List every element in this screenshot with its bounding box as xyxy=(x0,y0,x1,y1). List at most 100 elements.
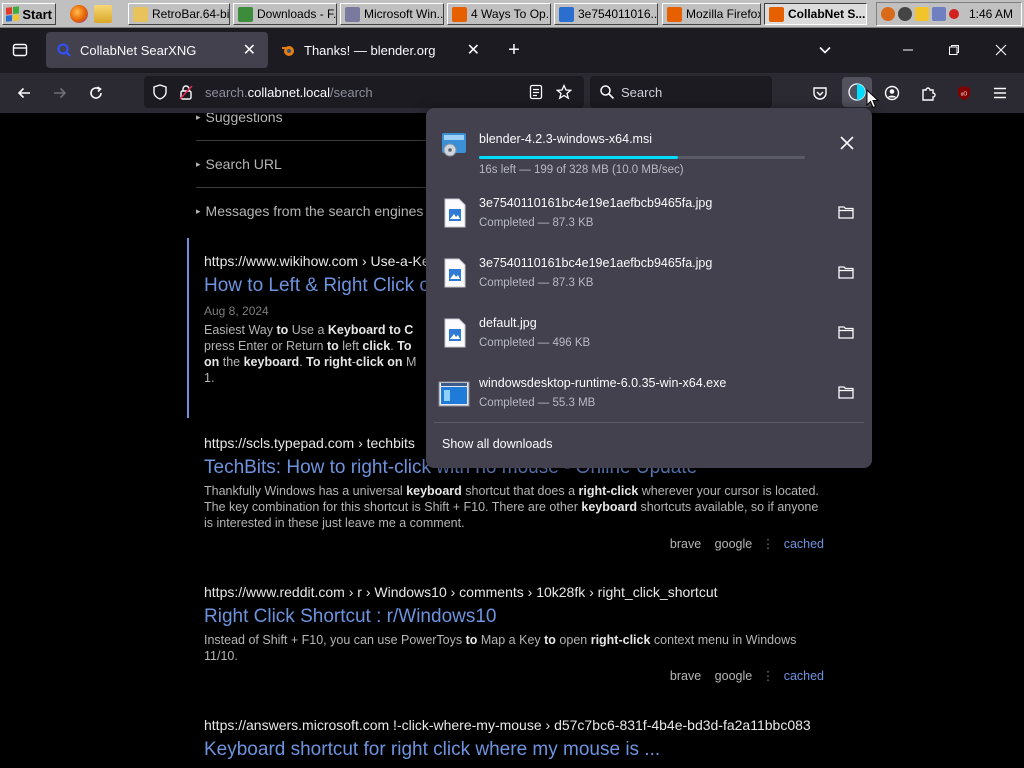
reader-view-icon[interactable] xyxy=(524,80,548,104)
folder-quicklaunch-icon[interactable] xyxy=(94,5,112,23)
tab-blender[interactable]: Thanks! — blender.org ✕ xyxy=(270,32,492,68)
engine-messages-toggle[interactable]: Messages from the search engines xyxy=(196,203,424,219)
taskbar-button[interactable]: CollabNet S... xyxy=(764,3,867,25)
cancel-download-icon[interactable] xyxy=(840,136,854,155)
result-title-link[interactable]: Right Click Shortcut : r/Windows10 xyxy=(204,606,824,628)
download-status: Completed — 496 KB xyxy=(479,337,591,349)
search-icon xyxy=(595,80,619,104)
cached-link[interactable]: cached xyxy=(784,669,824,683)
mouse-cursor-icon xyxy=(866,89,879,109)
download-item[interactable]: 3e7540110161bc4e19e1aefbcb9465fa.jpg Comp… xyxy=(426,184,872,244)
downloads-panel: blender-4.2.3-windows-x64.msi 16s left — … xyxy=(426,108,872,468)
show-all-downloads-link[interactable]: Show all downloads xyxy=(442,437,553,451)
network-error-tray-icon[interactable] xyxy=(949,9,959,19)
download-filename: blender-4.2.3-windows-x64.msi xyxy=(479,132,652,146)
hamburger-menu-icon[interactable] xyxy=(988,81,1012,105)
account-icon[interactable] xyxy=(880,81,904,105)
new-tab-plus-icon[interactable]: + xyxy=(502,38,526,62)
blender-favicon-icon xyxy=(280,42,296,58)
ublock-origin-icon[interactable]: uO xyxy=(952,81,976,105)
list-all-tabs-chevron-icon[interactable] xyxy=(813,38,837,62)
firefox-view-icon[interactable] xyxy=(8,38,32,62)
insecure-lock-icon[interactable] xyxy=(174,80,198,104)
tab-collabnet-searxng[interactable]: CollabNet SearXNG ✕ xyxy=(46,32,268,68)
show-in-folder-icon[interactable] xyxy=(838,205,854,224)
app-icon xyxy=(769,6,784,22)
restore-icon[interactable] xyxy=(942,38,966,62)
cloud-tray-icon[interactable] xyxy=(898,7,912,21)
result-url[interactable]: https://www.reddit.com › r › Windows10 ›… xyxy=(204,584,824,600)
download-filename: 3e7540110161bc4e19e1aefbcb9465fa.jpg xyxy=(479,256,713,270)
engine-label: brave xyxy=(669,669,702,683)
suggestions-toggle[interactable]: Suggestions xyxy=(196,113,283,125)
back-arrow-icon[interactable] xyxy=(12,81,36,105)
result-title-link[interactable]: Keyboard shortcut for right click where … xyxy=(204,739,824,761)
taskbar-button-label: Mozilla Firefox xyxy=(686,7,761,21)
taskbar-button-label: CollabNet S... xyxy=(788,7,866,21)
app-icon xyxy=(133,6,148,22)
url-bar[interactable]: search.collabnet.local/search xyxy=(144,76,584,108)
tracking-shield-icon[interactable] xyxy=(148,80,172,104)
divider xyxy=(196,187,436,188)
search-result: https://www.reddit.com › r › Windows10 ›… xyxy=(204,584,824,683)
search-tray-icon[interactable] xyxy=(881,7,895,21)
show-in-folder-icon[interactable] xyxy=(838,265,854,284)
forward-arrow-icon xyxy=(48,81,72,105)
taskbar-button-label: 4 Ways To Op... xyxy=(471,7,551,21)
search-url-toggle[interactable]: Search URL xyxy=(196,156,282,172)
firefox-quicklaunch-icon[interactable] xyxy=(70,5,88,23)
download-progress-fill xyxy=(479,156,678,159)
taskbar-button[interactable]: Microsoft Win... xyxy=(340,3,444,25)
download-status: 16s left — 199 of 328 MB (10.0 MB/sec) xyxy=(479,164,684,176)
taskbar-button[interactable]: 3e754011016... xyxy=(554,3,658,25)
cached-link[interactable]: cached xyxy=(784,537,824,551)
image-file-icon xyxy=(443,258,467,293)
taskbar-button[interactable]: RetroBar.64-bi... xyxy=(128,3,230,25)
download-filename: default.jpg xyxy=(479,316,537,330)
tab-close-icon[interactable]: ✕ xyxy=(467,40,480,60)
selected-result-marker xyxy=(187,238,189,418)
result-engines: brave google ⋮ cached xyxy=(670,668,824,683)
search-bar[interactable]: Search xyxy=(590,76,772,108)
bookmark-star-icon[interactable] xyxy=(552,80,576,104)
tab-close-icon[interactable]: ✕ xyxy=(243,40,256,60)
tab-label: CollabNet SearXNG xyxy=(80,42,197,58)
result-url[interactable]: https://answers.microsoft.com !-click-wh… xyxy=(204,717,824,733)
clock[interactable]: 1:46 AM xyxy=(969,7,1013,21)
minimize-icon[interactable] xyxy=(896,38,920,62)
taskbar-button[interactable]: Downloads - F... xyxy=(233,3,337,25)
engine-label: brave xyxy=(669,537,702,551)
close-window-icon[interactable] xyxy=(989,38,1013,62)
engine-label: google xyxy=(714,669,753,683)
taskbar-button[interactable]: 4 Ways To Op... xyxy=(447,3,551,25)
start-button[interactable]: Start xyxy=(2,3,56,25)
taskbar-button[interactable]: Mozilla Firefox xyxy=(662,3,761,25)
show-in-folder-icon[interactable] xyxy=(838,325,854,344)
system-tray: 1:46 AM xyxy=(876,2,1022,26)
volume-tray-icon[interactable] xyxy=(932,7,946,21)
url-text[interactable]: search.collabnet.local/search xyxy=(205,85,373,100)
app-icon xyxy=(238,6,253,22)
search-result: https://answers.microsoft.com !-click-wh… xyxy=(204,717,824,761)
download-item[interactable]: default.jpg Completed — 496 KB xyxy=(426,304,872,364)
divider xyxy=(196,140,436,141)
show-in-folder-icon[interactable] xyxy=(838,385,854,404)
reload-icon[interactable] xyxy=(84,81,108,105)
download-status: Completed — 55.3 MB xyxy=(479,397,596,409)
search-input[interactable]: Search xyxy=(621,85,662,100)
download-item[interactable]: 3e7540110161bc4e19e1aefbcb9465fa.jpg Comp… xyxy=(426,244,872,304)
separator: ⋮ xyxy=(761,669,775,683)
download-filename: 3e7540110161bc4e19e1aefbcb9465fa.jpg xyxy=(479,196,713,210)
image-file-icon xyxy=(443,318,467,353)
download-item[interactable]: windowsdesktop-runtime-6.0.35-win-x64.ex… xyxy=(426,364,872,424)
download-progress-bar xyxy=(479,156,805,159)
app-icon xyxy=(559,6,574,22)
pocket-icon[interactable] xyxy=(808,81,832,105)
result-engines: brave google ⋮ cached xyxy=(670,536,824,551)
svg-text:uO: uO xyxy=(961,92,968,98)
download-item[interactable]: blender-4.2.3-windows-x64.msi 16s left — … xyxy=(426,120,872,180)
shield-tray-icon[interactable] xyxy=(915,7,929,21)
extensions-puzzle-icon[interactable] xyxy=(916,81,940,105)
app-icon xyxy=(345,6,360,22)
taskbar: Start RetroBar.64-bi... Downloads - F... M… xyxy=(0,0,1024,28)
